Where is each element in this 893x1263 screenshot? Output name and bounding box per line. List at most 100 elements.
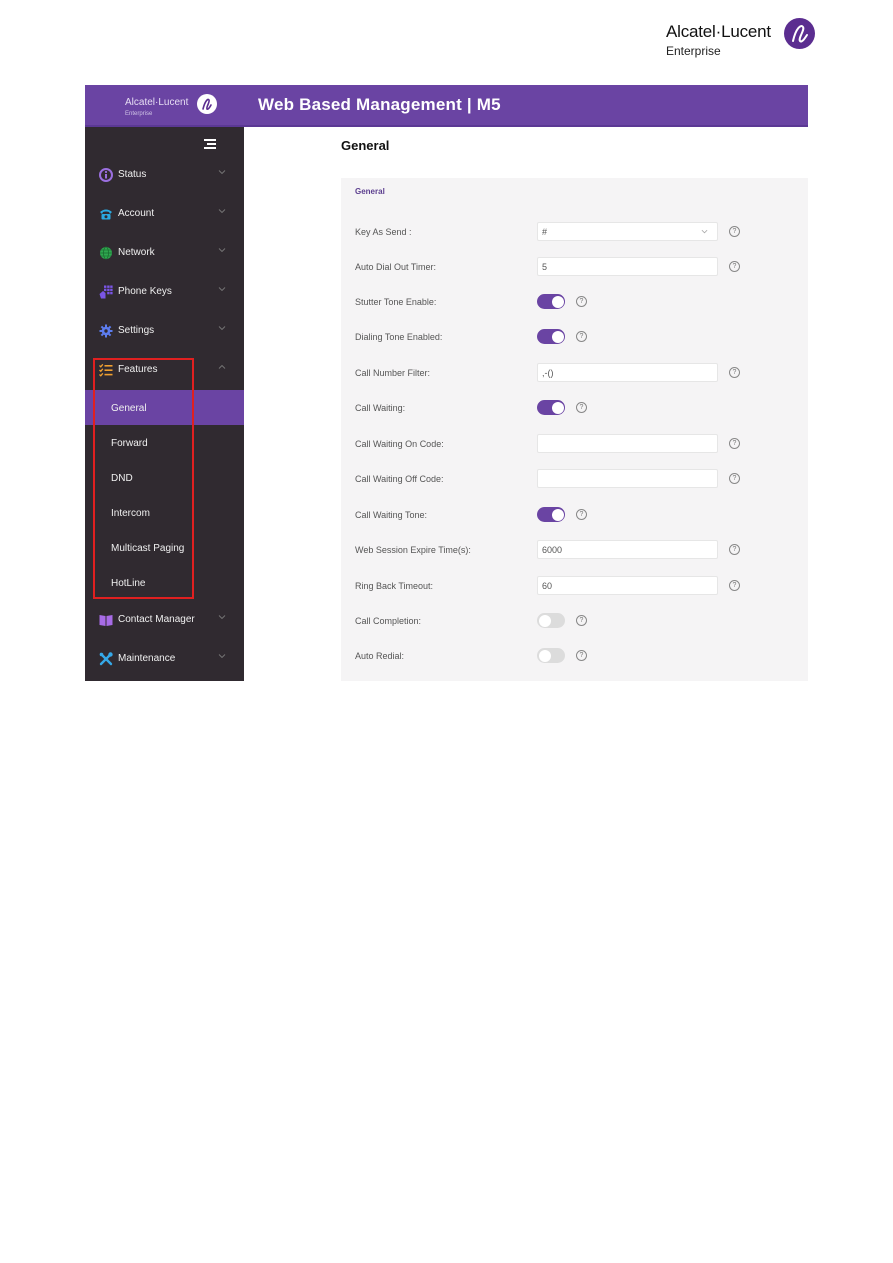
help-icon[interactable]: ? [576,331,587,342]
row-dialing-tone-enabled: Dialing Tone Enabled: ? [341,326,808,348]
row-web-session-expire-time: Web Session Expire Time(s): 6000 ? [341,539,808,561]
help-icon[interactable]: ? [729,473,740,484]
chevron-down-icon [701,229,708,234]
help-icon[interactable]: ? [729,544,740,555]
sidebar-item-label: Features [118,364,158,375]
field-label: Ring Back Timeout: [355,581,434,591]
help-icon[interactable]: ? [729,438,740,449]
brand-mark-icon [784,18,815,49]
row-ring-back-timeout: Ring Back Timeout: 60 ? [341,575,808,597]
row-auto-dial-out-timer: Auto Dial Out Timer: 5 ? [341,256,808,278]
auto-dial-out-timer-input[interactable]: 5 [537,257,718,276]
book-icon [99,615,113,626]
chevron-down-icon [218,170,226,175]
submenu-item-label: Multicast Paging [111,543,185,554]
help-icon[interactable]: ? [576,296,587,307]
tools-icon [99,652,113,666]
dialing-tone-toggle[interactable] [537,329,565,344]
sidebar: Status Account Network Phone Keys Settin… [85,127,244,681]
call-completion-toggle[interactable] [537,613,565,628]
chevron-up-icon [218,364,226,369]
panel-title: General [355,187,385,196]
brand-name: Alcatel·Lucent [666,22,771,41]
sidebar-item-phone-keys[interactable]: Phone Keys [85,273,244,312]
checklist-icon [99,363,113,377]
chevron-down-icon [218,248,226,253]
call-waiting-tone-toggle[interactable] [537,507,565,522]
submenu-item-forward[interactable]: Forward [85,425,244,460]
field-label: Stutter Tone Enable: [355,297,437,307]
field-label: Dialing Tone Enabled: [355,332,443,342]
help-icon[interactable]: ? [729,226,740,237]
sidebar-item-account[interactable]: Account [85,195,244,234]
field-label: Auto Dial Out Timer: [355,262,437,272]
row-call-waiting-tone: Call Waiting Tone: ? [341,504,808,526]
sidebar-item-label: Contact Manager [118,614,195,625]
row-key-as-send: Key As Send : # ? [341,221,808,243]
submenu-item-dnd[interactable]: DND [85,460,244,495]
sidebar-item-label: Account [118,208,155,219]
help-icon[interactable]: ? [729,580,740,591]
top-bar: Alcatel·Lucent Enterprise Web Based Mana… [85,85,808,127]
submenu-item-multicast-paging[interactable]: Multicast Paging [85,530,244,565]
app-logo-sub: Enterprise [125,111,153,117]
submenu-item-label: Forward [111,438,148,449]
info-circle-icon [99,168,113,182]
web-session-expire-time-input[interactable]: 6000 [537,540,718,559]
main-content: General General Key As Send : # ? Auto D… [244,127,808,681]
web-management-window: Alcatel·Lucent Enterprise Web Based Mana… [85,85,808,681]
sidebar-item-status[interactable]: Status [85,156,244,195]
field-label: Call Number Filter: [355,368,431,378]
submenu-item-general[interactable]: General [85,390,244,425]
row-call-waiting: Call Waiting: ? [341,397,808,419]
select-value: # [542,227,548,237]
field-label: Call Completion: [355,616,422,626]
key-as-send-select[interactable]: # [537,222,718,241]
call-waiting-toggle[interactable] [537,400,565,415]
page-title: General [341,138,390,153]
app-logo-mark-icon [197,94,217,114]
submenu-item-label: General [111,403,147,414]
call-waiting-off-code-input[interactable] [537,469,718,488]
help-icon[interactable]: ? [576,509,587,520]
row-call-waiting-on-code: Call Waiting On Code: ? [341,433,808,455]
help-icon[interactable]: ? [576,615,587,626]
help-icon[interactable]: ? [729,261,740,272]
auto-redial-toggle[interactable] [537,648,565,663]
sidebar-item-label: Status [118,169,147,180]
collapse-menu-button[interactable] [204,139,216,149]
call-waiting-on-code-input[interactable] [537,434,718,453]
field-label: Key As Send : [355,227,412,237]
row-call-waiting-off-code: Call Waiting Off Code: ? [341,468,808,490]
submenu-item-intercom[interactable]: Intercom [85,495,244,530]
chevron-down-icon [218,287,226,292]
sidebar-item-label: Network [118,247,155,258]
telephone-icon [100,209,112,220]
field-label: Call Waiting Off Code: [355,474,444,484]
app-logo-name: Alcatel·Lucent [125,97,189,108]
sidebar-item-settings[interactable]: Settings [85,312,244,351]
sidebar-item-features[interactable]: Features [85,351,244,390]
field-label: Web Session Expire Time(s): [355,545,471,555]
gear-icon [99,324,113,338]
chevron-down-icon [218,209,226,214]
submenu-item-label: DND [111,473,133,484]
submenu-item-hotline[interactable]: HotLine [85,565,244,600]
keypad-icon [99,285,113,299]
submenu-item-label: Intercom [111,508,150,519]
sidebar-item-contact-manager[interactable]: Contact Manager [85,601,244,640]
sidebar-item-label: Settings [118,325,155,336]
sidebar-item-label: Phone Keys [118,286,172,297]
help-icon[interactable]: ? [576,650,587,661]
sidebar-item-maintenance[interactable]: Maintenance [85,640,244,679]
ring-back-timeout-input[interactable]: 60 [537,576,718,595]
help-icon[interactable]: ? [576,402,587,413]
call-number-filter-input[interactable]: ,-() [537,363,718,382]
stutter-tone-toggle[interactable] [537,294,565,309]
app-title: Web Based Management | M5 [258,95,501,114]
sidebar-item-label: Maintenance [118,653,176,664]
field-label: Call Waiting: [355,403,406,413]
row-call-number-filter: Call Number Filter: ,-() ? [341,362,808,384]
help-icon[interactable]: ? [729,367,740,378]
sidebar-item-network[interactable]: Network [85,234,244,273]
